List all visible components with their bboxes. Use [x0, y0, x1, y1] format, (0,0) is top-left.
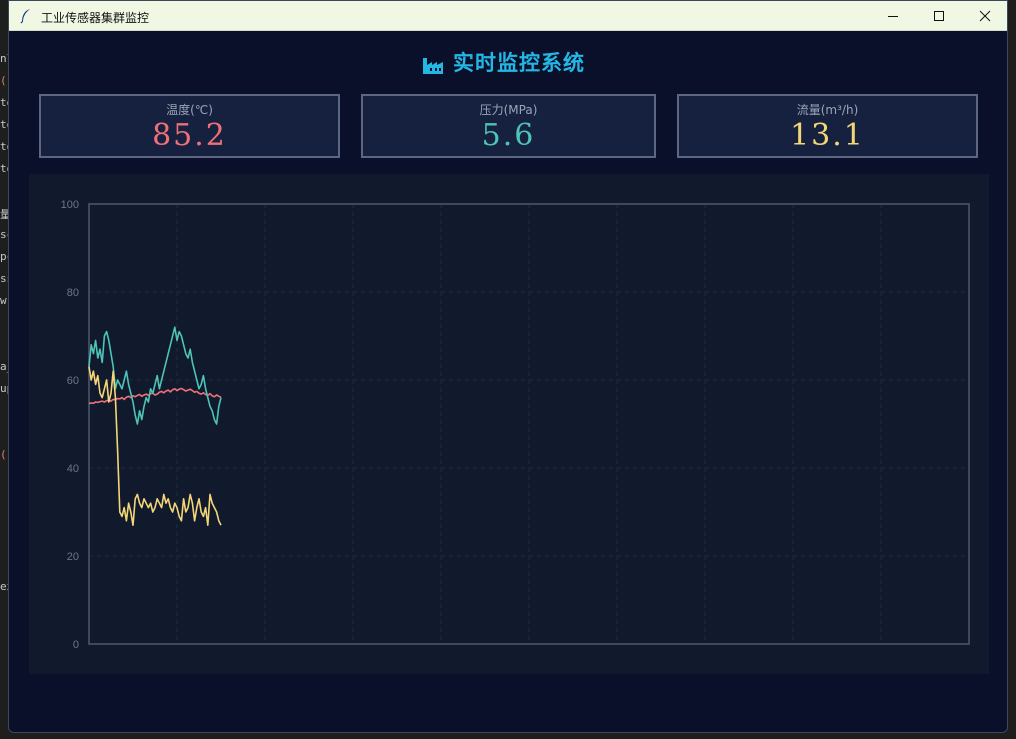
series-line-2 [88, 366, 222, 527]
maximize-icon [934, 11, 944, 21]
temperature-value: 85.2 [152, 118, 227, 153]
y-tick-label: 40 [67, 463, 79, 475]
minimize-icon [888, 16, 898, 17]
flow-card: 流量(m³/h) 13.1 [677, 94, 978, 158]
pressure-label: 压力(MPa) [479, 103, 538, 117]
temperature-label: 温度(℃) [166, 103, 213, 117]
flow-value: 13.1 [790, 118, 865, 153]
flow-label: 流量(m³/h) [796, 103, 859, 117]
y-tick-label: 0 [73, 639, 79, 651]
y-tick-label: 80 [67, 287, 79, 299]
series-line-1 [88, 326, 222, 425]
window-title: 工业传感器集群监控 [41, 11, 150, 25]
maximize-button[interactable] [916, 1, 962, 31]
close-button[interactable] [962, 1, 1007, 31]
pressure-card: 压力(MPa) 5.6 [361, 94, 656, 158]
pressure-value: 5.6 [481, 118, 536, 153]
temperature-card: 温度(℃) 85.2 [39, 94, 340, 158]
y-tick-label: 20 [67, 551, 79, 563]
line-chart: 0 20 40 60 80 100 [61, 199, 970, 651]
app-window: 工业传感器集群监控 实时监控系统 温度(℃) 85.2 压力(MPa) 5.6 … [8, 0, 1008, 733]
factory-icon [423, 58, 443, 74]
y-tick-label: 100 [61, 199, 79, 211]
y-tick-label: 60 [67, 375, 79, 387]
close-icon [979, 10, 991, 22]
minimize-button[interactable] [870, 1, 916, 31]
page-title: 实时监控系统 [453, 51, 585, 75]
feather-icon [20, 9, 30, 24]
title-bar: 工业传感器集群监控 [9, 1, 1007, 31]
chart-panel: 0 20 40 60 80 100 [29, 174, 989, 674]
